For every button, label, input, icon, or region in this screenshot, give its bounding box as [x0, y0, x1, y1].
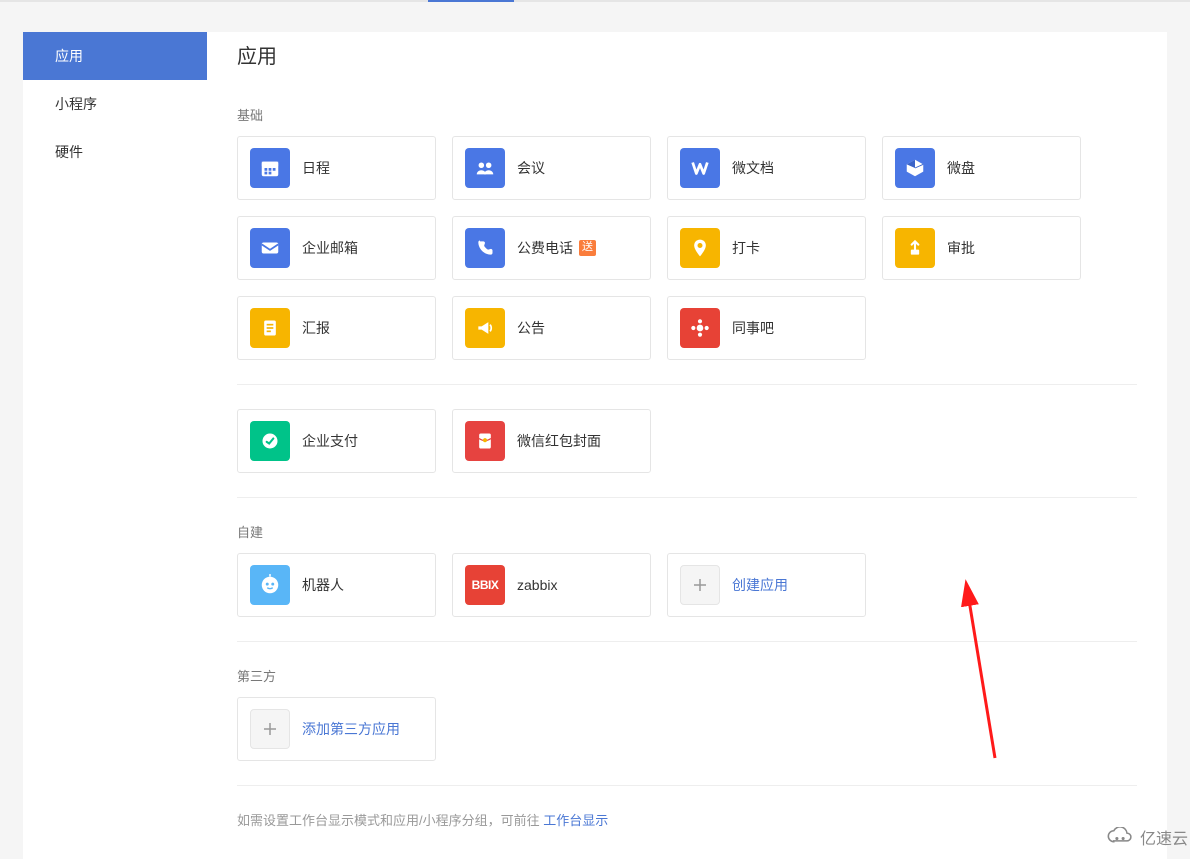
app-redpacket[interactable]: 微信红包封面	[452, 409, 651, 473]
sidebar-item-miniprogram[interactable]: 小程序	[23, 80, 207, 128]
approval-icon	[895, 228, 935, 268]
app-robot[interactable]: 机器人	[237, 553, 436, 617]
divider	[237, 497, 1137, 498]
app-zabbix[interactable]: BBIX zabbix	[452, 553, 651, 617]
app-label: 微文档	[732, 158, 774, 178]
section-title-thirdparty: 第三方	[237, 666, 1137, 685]
report-icon	[250, 308, 290, 348]
checkin-icon	[680, 228, 720, 268]
section-title-basic: 基础	[237, 105, 1137, 124]
meeting-icon	[465, 148, 505, 188]
app-label: 微盘	[947, 158, 975, 178]
app-label: 企业支付	[302, 431, 358, 451]
app-label: 企业邮箱	[302, 238, 358, 258]
redpacket-icon	[465, 421, 505, 461]
app-doc[interactable]: 微文档	[667, 136, 866, 200]
phone-icon	[465, 228, 505, 268]
divider	[237, 641, 1137, 642]
app-payment[interactable]: 企业支付	[237, 409, 436, 473]
basic-apps-grid: 日程 会议 微文档	[237, 136, 1137, 360]
app-label: 打卡	[732, 238, 760, 258]
sidebar: 应用 小程序 硬件	[23, 32, 207, 859]
app-label: 公费电话 送	[517, 238, 596, 258]
robot-icon	[250, 565, 290, 605]
create-app-button[interactable]: 创建应用	[667, 553, 866, 617]
app-announce[interactable]: 公告	[452, 296, 651, 360]
app-colleague[interactable]: 同事吧	[667, 296, 866, 360]
app-label: 汇报	[302, 318, 330, 338]
divider	[237, 384, 1137, 385]
app-calendar[interactable]: 日程	[237, 136, 436, 200]
sidebar-item-label: 小程序	[55, 96, 97, 112]
zabbix-icon: BBIX	[465, 565, 505, 605]
sidebar-item-hardware[interactable]: 硬件	[23, 128, 207, 176]
announce-icon	[465, 308, 505, 348]
app-report[interactable]: 汇报	[237, 296, 436, 360]
app-label: 添加第三方应用	[302, 719, 400, 739]
section-title-custom: 自建	[237, 522, 1137, 541]
watermark: 亿速云	[1106, 825, 1188, 849]
app-meeting[interactable]: 会议	[452, 136, 651, 200]
app-label: 审批	[947, 238, 975, 258]
app-phone[interactable]: 公费电话 送	[452, 216, 651, 280]
divider	[237, 785, 1137, 786]
top-nav-divider	[0, 0, 1190, 2]
app-checkin[interactable]: 打卡	[667, 216, 866, 280]
colleague-icon	[680, 308, 720, 348]
app-label: 创建应用	[732, 575, 788, 595]
thirdparty-apps-grid: 添加第三方应用	[237, 697, 1137, 761]
app-drive[interactable]: 微盘	[882, 136, 1081, 200]
drive-icon	[895, 148, 935, 188]
page-title: 应用	[237, 40, 1137, 69]
plus-icon	[680, 565, 720, 605]
top-nav-active-indicator	[428, 0, 514, 2]
app-label: zabbix	[517, 577, 557, 593]
app-approval[interactable]: 审批	[882, 216, 1081, 280]
footer-note: 如需设置工作台显示模式和应用/小程序分组，可前往 工作台显示	[237, 810, 1137, 829]
mail-icon	[250, 228, 290, 268]
footer-link[interactable]: 工作台显示	[543, 813, 608, 828]
add-thirdparty-button[interactable]: 添加第三方应用	[237, 697, 436, 761]
custom-apps-grid: 机器人 BBIX zabbix 创建应用	[237, 553, 1137, 617]
phone-badge: 送	[579, 240, 596, 255]
app-label: 日程	[302, 158, 330, 178]
sidebar-item-label: 应用	[55, 48, 83, 64]
app-label: 微信红包封面	[517, 431, 601, 451]
doc-icon	[680, 148, 720, 188]
app-label: 机器人	[302, 575, 344, 595]
app-mail[interactable]: 企业邮箱	[237, 216, 436, 280]
sidebar-item-label: 硬件	[55, 144, 83, 160]
calendar-icon	[250, 148, 290, 188]
plus-icon	[250, 709, 290, 749]
sidebar-item-apps[interactable]: 应用	[23, 32, 207, 80]
app-label: 公告	[517, 318, 545, 338]
app-label: 同事吧	[732, 318, 774, 338]
payment-icon	[250, 421, 290, 461]
payment-apps-grid: 企业支付 微信红包封面	[237, 409, 1137, 473]
app-label: 会议	[517, 158, 545, 178]
main-content: 应用 基础 日程 会议	[207, 32, 1167, 859]
